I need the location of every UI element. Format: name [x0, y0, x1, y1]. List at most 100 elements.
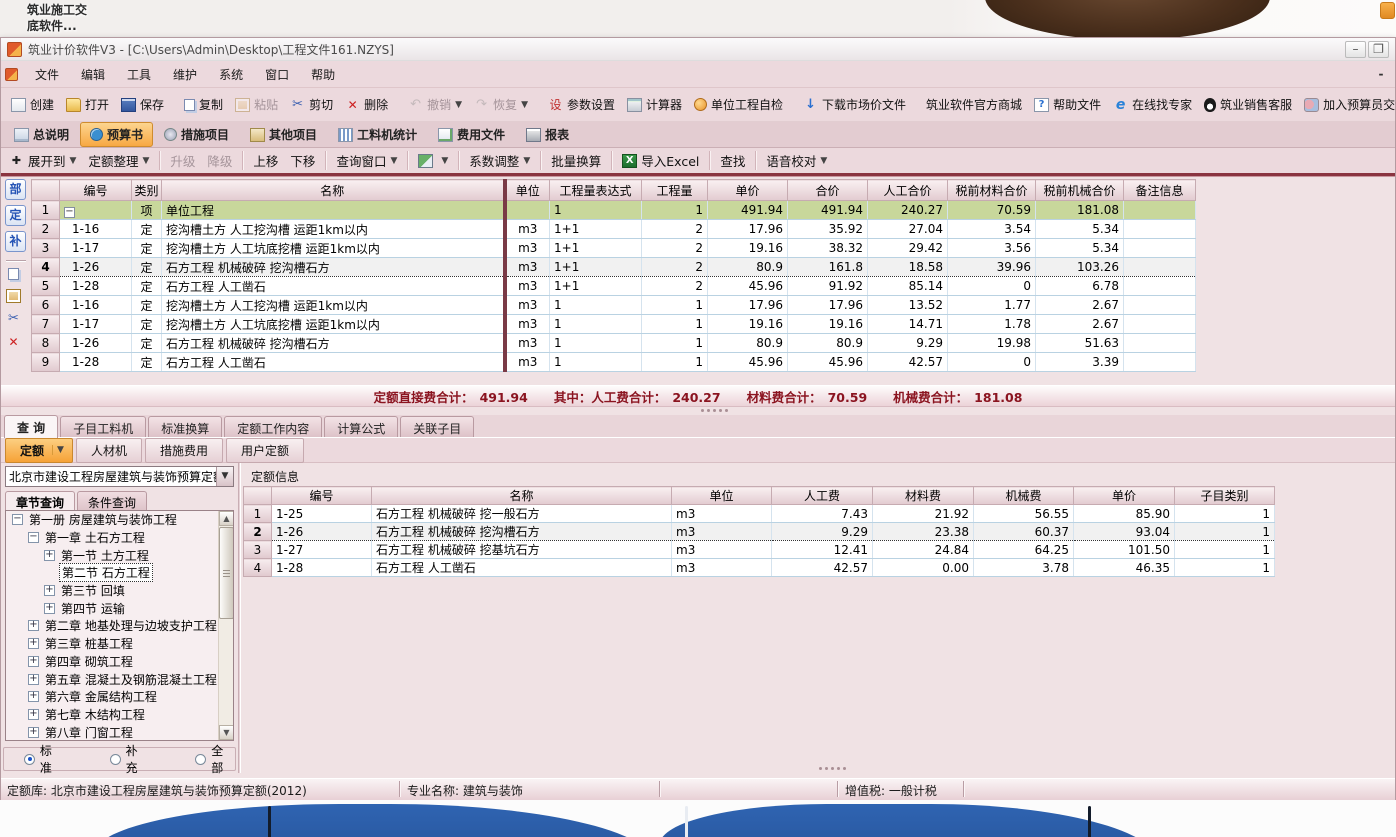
budget-cell-qty[interactable]: 1 [642, 201, 708, 220]
budget-cell-mach[interactable]: 2.67 [1036, 296, 1124, 315]
budget-cell-price[interactable]: 17.96 [708, 296, 788, 315]
toolbar-button-上移[interactable]: 上移 [247, 148, 284, 173]
rail-button-部[interactable]: 部 [5, 179, 26, 200]
budget-cell-note[interactable] [1124, 220, 1196, 239]
budget-cell-total[interactable]: 35.92 [788, 220, 868, 239]
budget-cell-qty[interactable]: 1 [642, 296, 708, 315]
doc-tab-工料机统计[interactable]: 工料机统计 [328, 122, 427, 147]
budget-cell-total[interactable]: 45.96 [788, 353, 868, 372]
menu-item-文件[interactable]: 文件 [24, 62, 70, 87]
budget-cell-mach[interactable]: 3.39 [1036, 353, 1124, 372]
budget-cell-qty[interactable]: 2 [642, 220, 708, 239]
budget-cell-num[interactable]: 4 [32, 258, 60, 277]
quota-cell-labor[interactable]: 9.29 [772, 523, 873, 541]
column-header-人工合价[interactable]: 人工合价 [868, 180, 948, 201]
budget-cell-code[interactable]: 1-17 [60, 239, 132, 258]
budget-cell-expr[interactable]: 1+1 [550, 258, 642, 277]
budget-cell-code[interactable]: 1-16 [60, 296, 132, 315]
budget-cell-num[interactable]: 2 [32, 220, 60, 239]
column-header-编号[interactable]: 编号 [272, 487, 372, 505]
budget-cell-cat[interactable]: 定 [132, 277, 162, 296]
tree-item[interactable]: +第一节 土方工程 [6, 546, 233, 564]
budget-row[interactable]: 51-28定石方工程 人工凿石m31+1245.9691.9285.1406.7… [32, 277, 1196, 296]
budget-cell-num[interactable]: 7 [32, 315, 60, 334]
menu-item-工具[interactable]: 工具 [116, 62, 162, 87]
doc-tab-预算书[interactable]: 预算书 [80, 122, 153, 147]
column-header-名称[interactable]: 名称 [162, 180, 505, 201]
tree-item[interactable]: +第四节 运输 [6, 599, 233, 617]
budget-cell-note[interactable] [1124, 296, 1196, 315]
budget-cell-total[interactable]: 161.8 [788, 258, 868, 277]
source-button-定额[interactable]: 定额▼ [5, 438, 73, 463]
quota-cell-labor[interactable]: 42.57 [772, 559, 873, 577]
budget-cell-code[interactable]: 1-28 [60, 277, 132, 296]
quota-cell-price[interactable]: 46.35 [1074, 559, 1175, 577]
budget-cell-cat[interactable]: 定 [132, 258, 162, 277]
budget-cell-unit[interactable] [505, 201, 550, 220]
column-header-材料费[interactable]: 材料费 [873, 487, 974, 505]
quota-cell-mat[interactable]: 0.00 [873, 559, 974, 577]
query-tab-定额工作内容[interactable]: 定额工作内容 [224, 416, 322, 437]
expand-icon[interactable]: + [28, 620, 39, 631]
quota-cell-name[interactable]: 石方工程 人工凿石 [372, 559, 672, 577]
toolbar-button-筑业软件官方商城[interactable]: 筑业软件官方商城 [920, 93, 1028, 116]
budget-cell-note[interactable] [1124, 277, 1196, 296]
budget-cell-price[interactable]: 45.96 [708, 277, 788, 296]
budget-row[interactable]: 61-16定挖沟槽土方 人工挖沟槽 运距1km以内m31117.9617.961… [32, 296, 1196, 315]
quota-cell-name[interactable]: 石方工程 机械破碎 挖一般石方 [372, 505, 672, 523]
budget-cell-mach[interactable]: 181.08 [1036, 201, 1124, 220]
budget-cell-expr[interactable]: 1+1 [550, 220, 642, 239]
minimize-button[interactable]: – [1345, 41, 1366, 58]
tree-item[interactable]: +第八章 门窗工程 [6, 723, 233, 741]
budget-cell-num[interactable]: 5 [32, 277, 60, 296]
quota-cell-name[interactable]: 石方工程 机械破碎 挖基坑石方 [372, 541, 672, 559]
budget-cell-num[interactable]: 8 [32, 334, 60, 353]
quota-cell-num[interactable]: 1 [244, 505, 272, 523]
quota-cell-unit[interactable]: m3 [672, 541, 772, 559]
budget-cell-mat[interactable]: 0 [948, 353, 1036, 372]
budget-cell-total[interactable]: 19.16 [788, 315, 868, 334]
budget-cell-price[interactable]: 45.96 [708, 353, 788, 372]
budget-cell-mat[interactable]: 1.77 [948, 296, 1036, 315]
doc-tab-措施项目[interactable]: 措施项目 [154, 122, 239, 147]
budget-cell-qty[interactable]: 1 [642, 353, 708, 372]
budget-cell-labor[interactable]: 29.42 [868, 239, 948, 258]
toolbar-button-降级[interactable]: 降级 [201, 148, 238, 173]
quota-cell-unit[interactable]: m3 [672, 505, 772, 523]
budget-cell-qty[interactable]: 2 [642, 258, 708, 277]
toolbar-button-粘贴[interactable]: 粘贴 [229, 93, 284, 116]
tree-item[interactable]: 第二节 石方工程 [6, 564, 233, 582]
budget-cell-name[interactable]: 挖沟槽土方 人工坑底挖槽 运距1km以内 [162, 239, 505, 258]
budget-cell-mat[interactable]: 70.59 [948, 201, 1036, 220]
budget-cell-name[interactable]: 挖沟槽土方 人工挖沟槽 运距1km以内 [162, 296, 505, 315]
quota-cell-mach[interactable]: 60.37 [974, 523, 1074, 541]
budget-cell-name[interactable]: 单位工程 [162, 201, 505, 220]
tree-item[interactable]: +第三章 桩基工程 [6, 635, 233, 653]
budget-cell-code[interactable]: 1-26 [60, 334, 132, 353]
budget-cell-labor[interactable]: 42.57 [868, 353, 948, 372]
budget-cell-unit[interactable]: m3 [505, 220, 550, 239]
toolbar-button-创建[interactable]: 创建 [5, 93, 60, 116]
budget-cell-labor[interactable]: 27.04 [868, 220, 948, 239]
quota-cell-labor[interactable]: 7.43 [772, 505, 873, 523]
column-header-税前机械合价[interactable]: 税前机械合价 [1036, 180, 1124, 201]
doc-tab-其他项目[interactable]: 其他项目 [240, 122, 327, 147]
toolbar-button-帮助文件[interactable]: 帮助文件 [1028, 93, 1107, 116]
source-button-人材机[interactable]: 人材机 [76, 438, 142, 463]
delete-icon[interactable] [6, 335, 21, 349]
budget-cell-price[interactable]: 80.9 [708, 258, 788, 277]
column-header-rownum[interactable] [32, 180, 60, 201]
toolbar-button-语音校对[interactable]: 语音校对▼ [760, 148, 833, 173]
radio-标准[interactable]: 标准 [24, 742, 64, 776]
budget-cell-name[interactable]: 石方工程 人工凿石 [162, 277, 505, 296]
toolbar-button-参数设置[interactable]: 参数设置 [542, 93, 621, 116]
budget-cell-total[interactable]: 80.9 [788, 334, 868, 353]
quota-row[interactable]: 21-26石方工程 机械破碎 挖沟槽石方m39.2923.3860.3793.0… [244, 523, 1275, 541]
toolbar-button-定额整理[interactable]: 定额整理▼ [82, 148, 155, 173]
budget-cell-mat[interactable]: 1.78 [948, 315, 1036, 334]
maximize-button[interactable]: ❐ [1368, 41, 1389, 58]
budget-cell-unit[interactable]: m3 [505, 239, 550, 258]
tree-scrollbar[interactable]: ▲ ▼ [218, 511, 233, 740]
tree-item[interactable]: +第六章 金属结构工程 [6, 688, 233, 706]
budget-cell-mach[interactable]: 2.67 [1036, 315, 1124, 334]
